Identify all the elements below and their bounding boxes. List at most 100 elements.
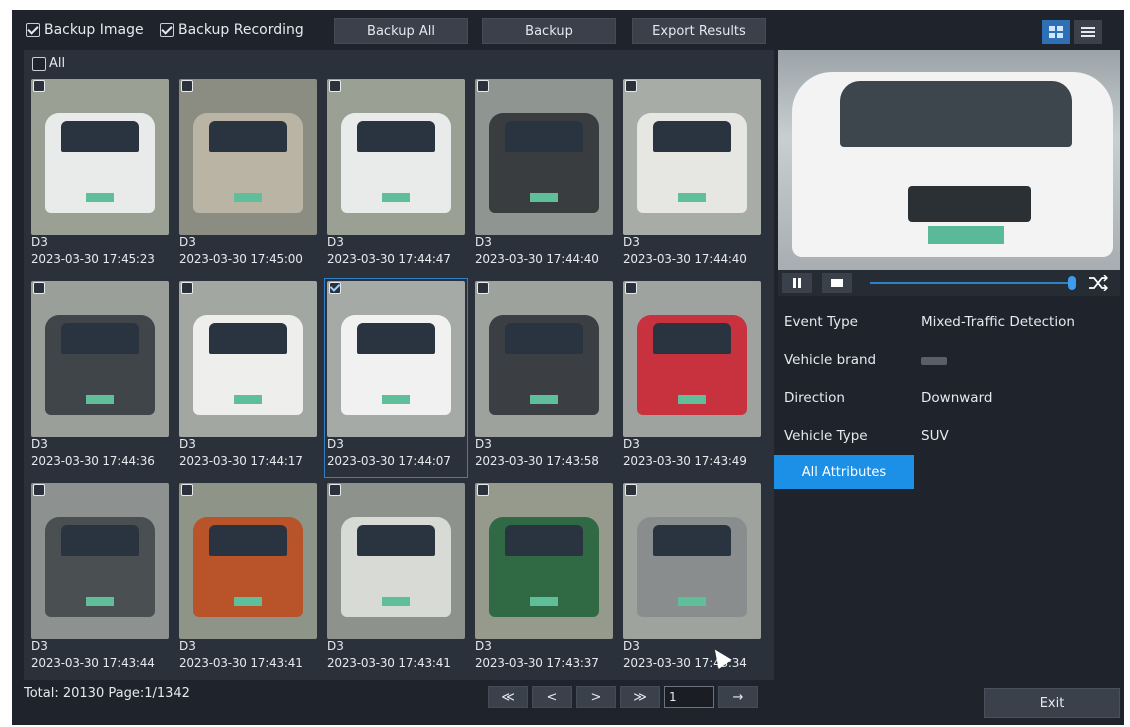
page-number-input[interactable]: 1 [664, 686, 714, 708]
result-tile[interactable]: D3 2023-03-30 17:45:00 [176, 76, 320, 276]
tile-checkbox[interactable] [181, 484, 193, 496]
vehicle-thumbnail[interactable] [31, 281, 169, 437]
vehicle-thumbnail[interactable] [475, 79, 613, 235]
result-tile[interactable]: D3 2023-03-30 17:43:58 [472, 278, 616, 478]
tile-checkbox[interactable] [329, 484, 341, 496]
vehicle-windshield [357, 121, 435, 153]
result-tile[interactable]: D3 2023-03-30 17:44:47 [324, 76, 468, 276]
result-tile[interactable]: D3 2023-03-30 17:44:17 [176, 278, 320, 478]
vehicle-windshield [505, 525, 583, 557]
vehicle-thumbnail[interactable] [327, 281, 465, 437]
vehicle-plate [86, 192, 114, 203]
vehicle-plate [678, 394, 706, 405]
attribute-row: Direction Downward [784, 390, 992, 410]
vehicle-windshield [61, 525, 139, 557]
tile-checkbox[interactable] [181, 282, 193, 294]
tile-checkbox[interactable] [477, 484, 489, 496]
camera-label: D3 [179, 639, 196, 653]
vehicle-thumbnail[interactable] [475, 483, 613, 639]
exit-button[interactable]: Exit [984, 688, 1120, 718]
result-tile[interactable]: D3 2023-03-30 17:44:40 [620, 76, 764, 276]
vehicle-thumbnail[interactable] [179, 483, 317, 639]
vehicle-windshield [209, 121, 287, 153]
select-all-checkbox[interactable]: All [32, 56, 65, 71]
playback-slider-handle[interactable] [1068, 276, 1076, 290]
tile-checkbox[interactable] [477, 282, 489, 294]
tile-checkbox[interactable] [625, 80, 637, 92]
result-tile[interactable]: D3 2023-03-30 17:44:07 [324, 278, 468, 478]
vehicle-thumbnail[interactable] [623, 79, 761, 235]
list-view-icon[interactable] [1074, 20, 1102, 44]
attribute-value-redacted [921, 352, 947, 369]
stop-icon[interactable] [822, 273, 852, 293]
result-tile[interactable]: D3 2023-03-30 17:43:37 [472, 480, 616, 680]
vehicle-thumbnail[interactable] [31, 79, 169, 235]
camera-label: D3 [31, 639, 48, 653]
tile-checkbox[interactable] [625, 484, 637, 496]
vehicle-thumbnail[interactable] [179, 281, 317, 437]
go-page-button[interactable]: → [718, 686, 758, 708]
vehicle-thumbnail[interactable] [623, 483, 761, 639]
timestamp: 2023-03-30 17:43:58 [475, 454, 599, 468]
vehicle-windshield [653, 525, 731, 557]
vehicle-windshield [357, 323, 435, 355]
timestamp: 2023-03-30 17:44:40 [623, 252, 747, 266]
playback-track[interactable] [870, 282, 1070, 284]
result-tile[interactable]: D3 2023-03-30 17:43:34 [620, 480, 764, 680]
result-tile[interactable]: D3 2023-03-30 17:43:49 [620, 278, 764, 478]
tile-checkbox[interactable] [33, 282, 45, 294]
vehicle-thumbnail[interactable] [327, 483, 465, 639]
tile-checkbox[interactable] [625, 282, 637, 294]
vehicle-plate [86, 596, 114, 607]
attribute-row: Vehicle brand [784, 352, 947, 372]
grid-view-icon[interactable] [1042, 20, 1070, 44]
timestamp: 2023-03-30 17:43:41 [327, 656, 451, 670]
pagination: ≪ < > ≫ 1 → [488, 686, 758, 708]
tile-checkbox[interactable] [329, 80, 341, 92]
attribute-name: Direction [784, 390, 845, 406]
vehicle-thumbnail[interactable] [31, 483, 169, 639]
vehicle-windshield [653, 323, 731, 355]
camera-label: D3 [475, 437, 492, 451]
pause-icon[interactable] [782, 273, 812, 293]
result-tile[interactable]: D3 2023-03-30 17:43:41 [324, 480, 468, 680]
result-tile[interactable]: D3 2023-03-30 17:44:40 [472, 76, 616, 276]
vehicle-plate [530, 192, 558, 203]
shuffle-icon[interactable] [1088, 274, 1109, 295]
vehicle-thumbnail[interactable] [475, 281, 613, 437]
prev-page-button[interactable]: < [532, 686, 572, 708]
vehicle-plate [530, 394, 558, 405]
attribute-value: Downward [921, 390, 993, 406]
last-page-button[interactable]: ≫ [620, 686, 660, 708]
camera-label: D3 [623, 437, 640, 451]
result-tile[interactable]: D3 2023-03-30 17:43:41 [176, 480, 320, 680]
vehicle-plate [234, 394, 262, 405]
result-tile[interactable]: D3 2023-03-30 17:45:23 [28, 76, 172, 276]
preview-plate [928, 226, 1004, 244]
timestamp: 2023-03-30 17:44:40 [475, 252, 599, 266]
camera-label: D3 [475, 639, 492, 653]
next-page-button[interactable]: > [576, 686, 616, 708]
vehicle-windshield [209, 525, 287, 557]
all-attributes-button[interactable]: All Attributes [774, 455, 914, 489]
vehicle-thumbnail[interactable] [327, 79, 465, 235]
vehicle-plate [678, 596, 706, 607]
vehicle-thumbnail[interactable] [179, 79, 317, 235]
tile-checkbox[interactable] [477, 80, 489, 92]
tile-checkbox[interactable] [33, 80, 45, 92]
backup-all-button[interactable]: Backup All [334, 18, 468, 44]
tile-checkbox[interactable] [33, 484, 45, 496]
preview-grille [907, 186, 1032, 222]
view-toggle [1042, 20, 1102, 44]
backup-recording-checkbox[interactable]: Backup Recording [160, 22, 304, 38]
tile-checkbox[interactable] [181, 80, 193, 92]
export-results-button[interactable]: Export Results [632, 18, 766, 44]
vehicle-thumbnail[interactable] [623, 281, 761, 437]
tile-checkbox[interactable] [329, 282, 341, 294]
backup-image-checkbox[interactable]: Backup Image [26, 22, 144, 38]
attribute-row: Vehicle Type SUV [784, 428, 949, 448]
result-tile[interactable]: D3 2023-03-30 17:44:36 [28, 278, 172, 478]
backup-button[interactable]: Backup [482, 18, 616, 44]
result-tile[interactable]: D3 2023-03-30 17:43:44 [28, 480, 172, 680]
first-page-button[interactable]: ≪ [488, 686, 528, 708]
